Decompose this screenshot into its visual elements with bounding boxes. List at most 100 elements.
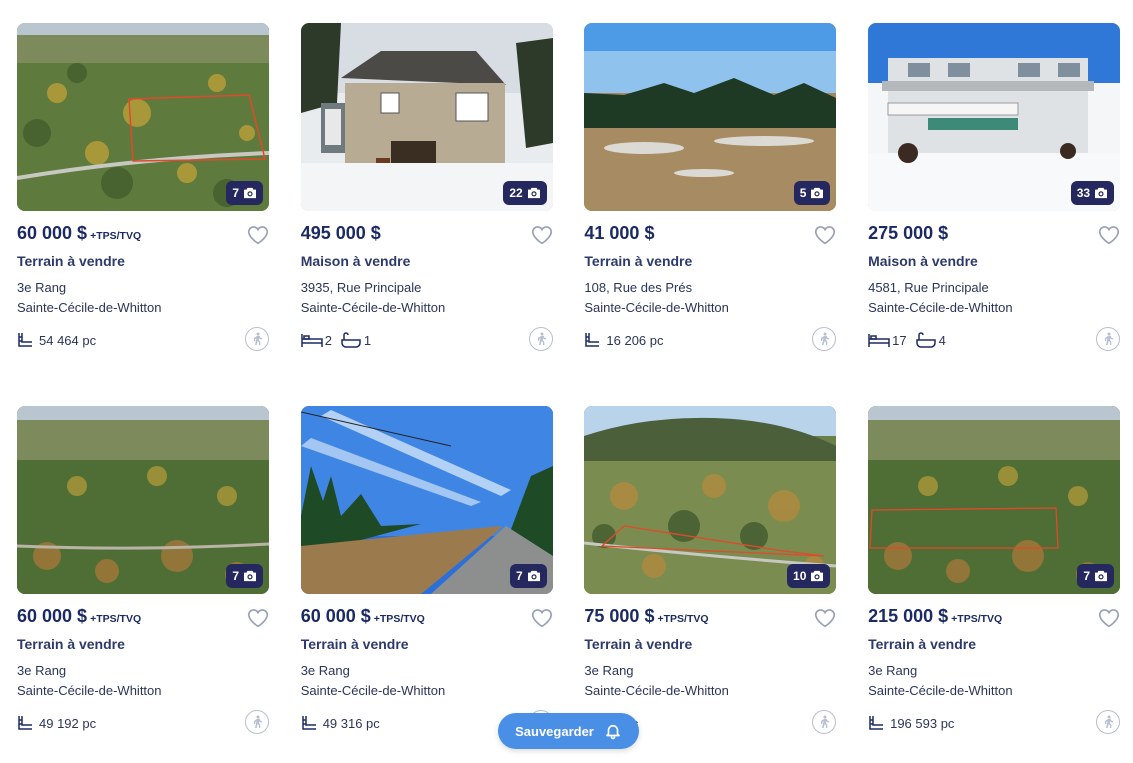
address-city: Sainte-Cécile-de-Whitton [17,300,162,315]
listing-card[interactable]: 10 75 000 $ +TPS/TVQ Terrain à vendre 3e… [584,406,837,746]
listing-photo[interactable]: 22 [300,23,553,211]
listing-card[interactable]: 33 275 000 $ Maison à vendre 4581, Rue P… [868,23,1121,363]
favorite-heart-icon[interactable] [814,225,836,245]
listing-photo[interactable]: 7 [17,406,269,594]
tax-note: +TPS/TVQ [90,230,142,242]
camera-icon [811,570,824,582]
listing-card[interactable]: 7 60 000 $ +TPS/TVQ Terrain à vendre 3e … [300,406,553,746]
listing-photo[interactable]: 5 [584,23,837,211]
listing-photo[interactable]: 7 [17,23,269,211]
area-icon [585,333,600,347]
walk-score-button[interactable] [1096,327,1121,351]
bedrooms-value: 2 [324,332,332,348]
tax-note: +TPS/TVQ [951,613,1003,625]
bath-icon [341,332,361,348]
bath-icon [915,332,936,348]
address-city: Sainte-Cécile-de-Whitton [584,683,729,698]
listing-card[interactable]: 5 41 000 $ Terrain à vendre 108, Rue des… [584,23,837,363]
listing-price: 60 000 $ [17,223,88,243]
favorite-heart-icon[interactable] [531,225,553,245]
listing-meta: 49 192 pc [17,715,96,731]
area-icon [18,333,32,347]
address-street: 3e Rang [868,663,918,678]
tax-note: +TPS/TVQ [657,613,709,625]
listing-address: 108, Rue des Prés Sainte-Cécile-de-Whitt… [584,278,836,318]
bell-icon [606,724,620,740]
area-icon [301,716,316,730]
listing-meta: 16 206 pc [584,332,664,348]
listing-price: 495 000 $ [300,223,381,243]
photo-count: 5 [799,186,807,200]
favorite-heart-icon[interactable] [814,608,836,628]
tax-note: +TPS/TVQ [373,613,425,625]
address-street: 3e Rang [17,280,67,295]
bathrooms-value: 1 [363,332,372,348]
favorite-heart-icon[interactable] [531,608,553,628]
camera-icon [244,570,256,582]
favorite-heart-icon[interactable] [1098,225,1120,245]
address-street: 3e Rang [584,663,634,678]
photo-count-badge: 7 [510,564,547,588]
listing-address: 3e Rang Sainte-Cécile-de-Whitton [17,661,269,701]
photo-count-badge: 7 [1077,564,1115,588]
area-icon [18,716,32,730]
listing-meta: 49 316 pc [301,715,380,731]
listing-photo[interactable]: 7 [300,406,553,594]
listing-card[interactable]: 7 215 000 $ +TPS/TVQ Terrain à vendre 3e… [868,406,1121,746]
listing-type[interactable]: Terrain à vendre [868,636,1120,652]
listing-address: 3935, Rue Principale Sainte-Cécile-de-Wh… [301,278,553,318]
walk-score-button[interactable] [1096,710,1121,734]
listing-photo[interactable]: 10 [584,406,837,594]
listing-price: 60 000 $ [300,606,371,626]
listing-card[interactable]: 7 60 000 $ +TPS/TVQ Terrain à vendre 3e … [17,23,269,363]
listing-type[interactable]: Maison à vendre [301,253,553,269]
listing-address: 3e Rang Sainte-Cécile-de-Whitton [17,278,269,318]
area-value: 54 464 pc [39,332,97,348]
walk-score-button[interactable] [245,710,269,734]
camera-icon [1095,570,1108,582]
listing-type[interactable]: Terrain à vendre [584,253,836,269]
listing-meta: 2 1 [300,332,379,348]
listing-address: 4581, Rue Principale Sainte-Cécile-de-Wh… [868,278,1120,318]
walk-icon [821,332,830,345]
photo-count: 7 [232,186,239,200]
walk-score-button[interactable] [812,710,837,734]
bathrooms-value: 4 [938,332,946,348]
listing-type[interactable]: Terrain à vendre [17,253,269,269]
listing-type[interactable]: Maison à vendre [868,253,1120,269]
listing-type[interactable]: Terrain à vendre [301,636,553,652]
favorite-heart-icon[interactable] [247,608,269,628]
area-value: 196 593 pc [890,715,955,731]
listing-price: 60 000 $ [17,606,88,626]
address-city: Sainte-Cécile-de-Whitton [584,300,729,315]
photo-count: 7 [232,569,239,583]
address-city: Sainte-Cécile-de-Whitton [300,300,446,315]
listing-photo[interactable]: 33 [868,23,1121,211]
listing-card[interactable]: 7 60 000 $ +TPS/TVQ Terrain à vendre 3e … [17,406,269,746]
listing-photo[interactable]: 7 [868,406,1121,594]
walk-icon [254,332,262,345]
photo-count: 33 [1076,186,1091,200]
walk-score-button[interactable] [245,327,269,351]
walk-icon [537,332,546,345]
photo-count: 22 [509,186,523,200]
address-street: 4581, Rue Principale [868,280,989,295]
photo-count-badge: 7 [226,181,263,205]
camera-icon [1095,187,1108,199]
listing-card[interactable]: 22 495 000 $ Maison à vendre 3935, Rue P… [300,23,553,363]
bed-icon [868,334,890,347]
favorite-heart-icon[interactable] [247,225,269,245]
photo-count-badge: 5 [793,181,831,205]
walk-score-button[interactable] [812,327,837,351]
favorite-heart-icon[interactable] [1098,608,1120,628]
photo-count-badge: 22 [503,181,547,205]
listing-type[interactable]: Terrain à vendre [17,636,269,652]
address-street: 3935, Rue Principale [300,280,422,295]
listing-price: 215 000 $ [868,606,949,626]
walk-score-button[interactable] [528,327,553,351]
listing-meta: 196 593 pc [868,715,954,731]
listing-type[interactable]: Terrain à vendre [584,636,836,652]
walk-icon [1105,332,1114,345]
save-search-button[interactable]: Sauvegarder [498,713,639,749]
listing-price: 75 000 $ [584,606,655,626]
